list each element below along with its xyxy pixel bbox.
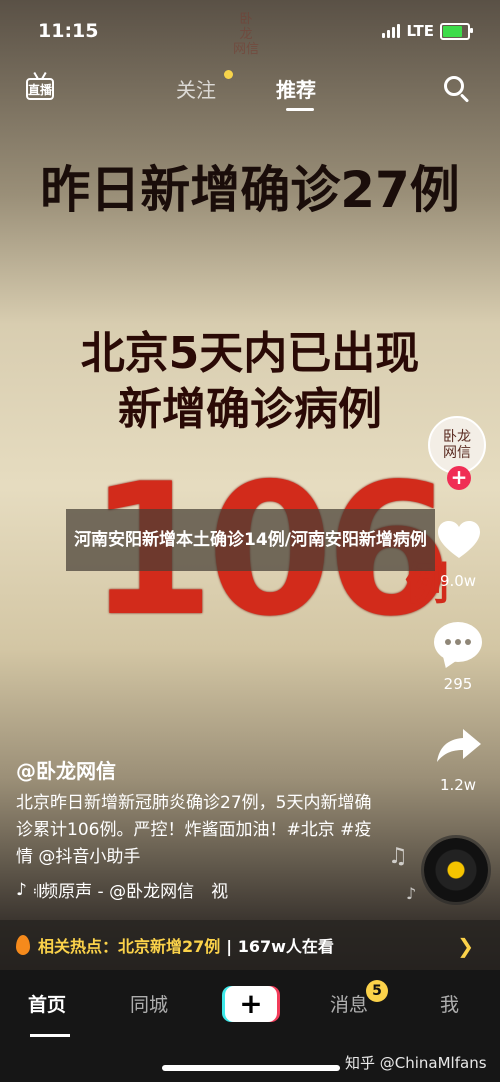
live-button[interactable]: 直播 [24,72,58,106]
hot-topic: 北京新增27例 [118,937,221,956]
video-caption: 北京昨日新增新冠肺炎确诊27例，5天内新增确诊累计106例。严控！炸酱面加油！#… [16,793,372,867]
status-indicators: LTE [382,22,473,40]
avatar-text: 卧龙网信 [443,429,471,461]
hot-topic-bar[interactable]: 相关热点：北京新增27例 | 167w人在看 ❯ [0,920,500,970]
logo-watermark: 卧龙网信 [232,12,259,57]
tab-recommend[interactable]: 推荐 [276,74,316,103]
banner-title: 河南安阳新增本土确诊14例/河南安阳新增病例 [74,530,427,550]
plus-icon: + [225,986,277,1022]
network-label: LTE [406,22,434,40]
nav-messages[interactable]: 消息 [330,990,368,1017]
video-subheadline-1: 北京5天内已出现 [80,328,420,379]
music-disc[interactable] [424,838,488,902]
video-headline: 昨日新增确诊27例 [40,161,460,219]
nav-home[interactable]: 首页 [28,990,66,1017]
active-tab-indicator [286,108,314,111]
home-indicator[interactable] [162,1065,340,1071]
follow-plus-button[interactable]: + [447,466,471,490]
live-label: 直播 [28,82,53,97]
comment-icon[interactable] [434,622,482,666]
comment-count: 295 [443,675,473,693]
hot-label: 相关热点： [38,937,119,956]
music-row[interactable]: ♪ 𝄇频原声 - @卧龙网信 视 [16,877,229,903]
share-count: 1.2w [439,776,477,794]
tv-icon: 直播 [26,78,54,100]
message-badge: 5 [366,980,388,1002]
follow-new-dot [224,70,233,79]
tiktok-note-icon: ♪ [16,879,27,900]
create-button[interactable]: + [222,986,280,1022]
tab-follow[interactable]: 关注 [176,74,216,103]
video-subheadline-2: 新增确诊病例 [118,384,382,435]
site-watermark: 知乎 @ChinaMlfans [345,1054,487,1072]
author-name[interactable]: @卧龙网信 [16,755,116,784]
status-time: 11:15 [38,20,99,42]
music-note-icon: ♫ [388,844,408,869]
battery-icon [440,22,473,40]
share-icon[interactable] [436,728,482,764]
signal-icon [382,24,401,38]
article-title-banner: 河南安阳新增本土确诊14例/河南安阳新增病例 [66,509,435,571]
active-nav-indicator [30,1034,70,1037]
heart-icon[interactable] [437,520,481,560]
nav-city[interactable]: 同城 [130,990,168,1017]
video-subheadline: 北京5天内已出现 新增确诊病例 [0,326,500,438]
flame-icon [16,935,30,955]
chevron-right-icon: ❯ [457,934,474,958]
music-title: 𝄇频原声 - @卧龙网信 视 [32,882,229,902]
search-button[interactable] [444,76,472,104]
like-count: 9.0w [439,572,477,590]
music-note-icon: ♪ [406,884,417,903]
nav-me[interactable]: 我 [440,990,459,1017]
hot-views: | 167w人在看 [226,937,334,956]
